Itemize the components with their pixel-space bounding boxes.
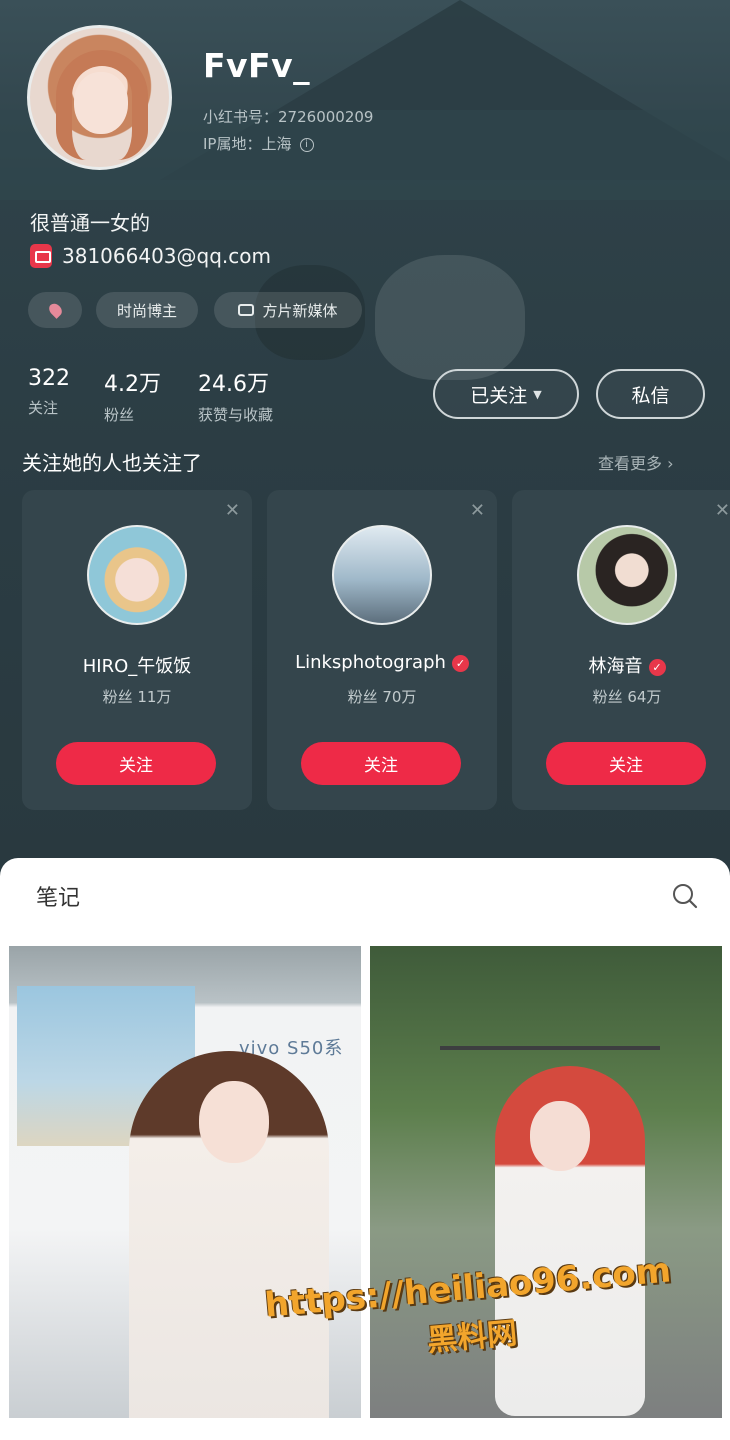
note-railing bbox=[440, 1046, 660, 1050]
recommend-name-text: HIRO_午饭饭 bbox=[82, 656, 192, 677]
verified-icon: ✓ bbox=[451, 654, 469, 672]
chevron-right-icon: › bbox=[667, 454, 674, 473]
tab-notes[interactable]: 笔记 bbox=[36, 880, 80, 912]
follow-button[interactable]: 关注 bbox=[301, 742, 461, 785]
recommend-fans: 粉丝 11万 bbox=[102, 688, 172, 706]
recommend-fans: 粉丝 70万 bbox=[347, 688, 417, 706]
stat-label: 获赞与收藏 bbox=[198, 406, 274, 424]
profile-avatar[interactable] bbox=[27, 25, 172, 170]
recommend-name: 林海音 ✓ bbox=[512, 652, 730, 678]
profile-username: FvFv_ bbox=[203, 46, 311, 85]
recommend-card[interactable]: ✕ HIRO_午饭饭 粉丝 11万 关注 bbox=[22, 490, 252, 810]
see-more-link[interactable]: 查看更多 › bbox=[598, 450, 674, 474]
stat-value: 322 bbox=[28, 366, 70, 391]
profile-bio: 很普通一女的 bbox=[30, 211, 150, 235]
follow-button-label: 关注 bbox=[119, 756, 153, 776]
tag-label: 时尚博主 bbox=[116, 301, 177, 320]
info-icon[interactable]: i bbox=[299, 137, 314, 152]
note-person-face bbox=[530, 1101, 590, 1171]
profile-ip: IP属地：上海 i bbox=[203, 133, 314, 154]
stat-label: 关注 bbox=[28, 399, 59, 417]
tag-agency[interactable]: 方片新媒体 bbox=[214, 292, 362, 328]
follow-button-label: 关注 bbox=[364, 756, 398, 776]
caret-down-icon: ▼ bbox=[533, 387, 542, 401]
profile-email: 381066403@qq.com bbox=[30, 244, 271, 268]
search-icon[interactable] bbox=[672, 883, 698, 909]
recommend-avatar[interactable] bbox=[87, 525, 187, 625]
followed-button-label: 已关注 bbox=[470, 384, 528, 407]
tag-label: 方片新媒体 bbox=[262, 301, 338, 320]
message-button-label: 私信 bbox=[631, 384, 670, 407]
mail-icon bbox=[30, 244, 52, 268]
location-tag[interactable] bbox=[28, 292, 82, 328]
recommend-avatar[interactable] bbox=[332, 525, 432, 625]
profile-id-value: 2726000209 bbox=[278, 108, 374, 126]
close-icon[interactable]: ✕ bbox=[470, 500, 485, 521]
recommend-card[interactable]: ✕ 林海音 ✓ 粉丝 64万 关注 bbox=[512, 490, 730, 810]
follow-button[interactable]: 关注 bbox=[546, 742, 706, 785]
profile-ip-label: IP属地： bbox=[203, 135, 262, 153]
profile-ip-value: 上海 bbox=[261, 135, 292, 153]
recommend-fans: 粉丝 64万 bbox=[592, 688, 662, 706]
message-button[interactable]: 私信 bbox=[596, 369, 705, 419]
stat-following[interactable]: 322 关注 bbox=[28, 366, 70, 418]
stat-likes[interactable]: 24.6万 获赞与收藏 bbox=[198, 366, 273, 425]
follow-button[interactable]: 关注 bbox=[56, 742, 216, 785]
recommend-title: 关注她的人也关注了 bbox=[22, 451, 202, 475]
tag-fashion-blogger[interactable]: 时尚博主 bbox=[96, 292, 198, 328]
see-more-label: 查看更多 bbox=[598, 454, 663, 473]
camera-icon bbox=[238, 304, 255, 316]
profile-id-label: 小红书号： bbox=[203, 108, 279, 126]
stat-value: 4.2万 bbox=[104, 372, 161, 397]
avatar-face bbox=[74, 72, 128, 134]
recommend-name: HIRO_午饭饭 bbox=[22, 652, 252, 678]
recommend-name-text: Linksphotograph bbox=[295, 652, 446, 673]
close-icon[interactable]: ✕ bbox=[715, 500, 730, 521]
followed-button[interactable]: 已关注 ▼ bbox=[433, 369, 579, 419]
location-pin-icon bbox=[46, 301, 64, 319]
recommend-card[interactable]: ✕ Linksphotograph ✓ 粉丝 70万 关注 bbox=[267, 490, 497, 810]
stat-followers[interactable]: 4.2万 粉丝 bbox=[104, 366, 161, 425]
close-icon[interactable]: ✕ bbox=[225, 500, 240, 521]
profile-email-text: 381066403@qq.com bbox=[62, 244, 271, 268]
recommend-avatar[interactable] bbox=[577, 525, 677, 625]
note-person-face bbox=[199, 1081, 269, 1163]
stat-value: 24.6万 bbox=[198, 372, 269, 397]
verified-icon: ✓ bbox=[648, 658, 666, 676]
stat-label: 粉丝 bbox=[104, 406, 135, 424]
profile-id: 小红书号：2726000209 bbox=[203, 106, 373, 127]
recommend-name-text: 林海音 bbox=[588, 656, 643, 677]
follow-button-label: 关注 bbox=[609, 756, 643, 776]
recommend-name: Linksphotograph ✓ bbox=[267, 652, 497, 673]
kitty-decoration-light bbox=[375, 255, 525, 380]
